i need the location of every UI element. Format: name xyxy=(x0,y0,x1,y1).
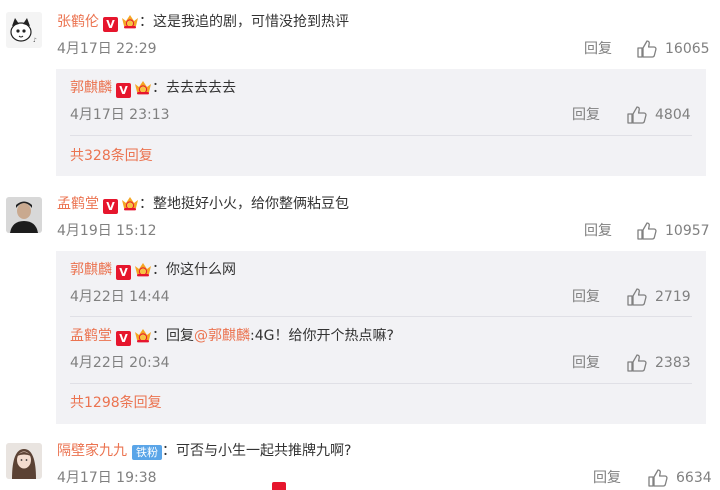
like-button[interactable]: 6634 xyxy=(648,468,718,488)
mention-link[interactable]: @郭麒麟 xyxy=(194,328,250,344)
comment-header: 张鹤伦 V ：这是我追的剧，可惜没抢到热评 xyxy=(57,12,349,32)
reply-box: 郭麒麟 V ：去去去去去 4月17日 23:13 回复 4804 共328条回复 xyxy=(56,69,706,176)
view-more-replies-link[interactable]: 共328条回复 xyxy=(70,146,153,166)
comment-text: ：整地挺好小火，给你整俩粘豆包 xyxy=(139,196,349,212)
thumbs-up-icon xyxy=(648,469,668,487)
reply-text: ：你这什么网 xyxy=(152,262,236,278)
partial-badge-fragment xyxy=(272,482,286,490)
like-count: 6634 xyxy=(676,470,712,486)
verified-v-icon: V xyxy=(116,83,131,98)
reply-button[interactable]: 回复 xyxy=(584,221,612,241)
username[interactable]: 孟鹤堂 xyxy=(70,328,112,344)
reply-box: 郭麒麟 V ：你这什么网 4月22日 14:44 回复 2719 孟鹤堂 V ：回复@郭… xyxy=(56,251,706,424)
username[interactable]: 孟鹤堂 xyxy=(57,196,99,212)
username[interactable]: 张鹤伦 xyxy=(57,14,99,30)
reply-text: ：去去去去去 xyxy=(152,80,236,96)
like-button[interactable]: 16065 xyxy=(637,39,717,59)
like-count: 2719 xyxy=(655,289,691,305)
username[interactable]: 隔壁家九九 xyxy=(57,443,127,459)
username[interactable]: 郭麒麟 xyxy=(70,262,112,278)
like-count: 16065 xyxy=(665,41,710,57)
like-button[interactable]: 4804 xyxy=(627,105,702,125)
comment-text: ：这是我追的剧，可惜没抢到热评 xyxy=(139,14,349,30)
thumbs-up-icon xyxy=(637,222,657,240)
like-count: 4804 xyxy=(655,107,691,123)
reply-button[interactable]: 回复 xyxy=(572,287,600,307)
reply-button[interactable]: 回复 xyxy=(572,105,600,125)
verified-v-icon: V xyxy=(116,331,131,346)
fan-badge: 铁粉 xyxy=(132,445,162,460)
crown-member-icon xyxy=(134,327,152,343)
username[interactable]: 郭麒麟 xyxy=(70,80,112,96)
thumbs-up-icon xyxy=(627,106,647,124)
crown-member-icon xyxy=(121,195,139,211)
divider xyxy=(70,135,692,136)
like-button[interactable]: 2719 xyxy=(627,287,702,307)
like-count: 2383 xyxy=(655,355,691,371)
reply-button[interactable]: 回复 xyxy=(572,353,600,373)
reply-button[interactable]: 回复 xyxy=(593,468,621,488)
like-button[interactable]: 10957 xyxy=(637,221,717,241)
reply-prefix: ：回复 xyxy=(152,328,194,344)
like-button[interactable]: 2383 xyxy=(627,353,702,373)
reply-button[interactable]: 回复 xyxy=(584,39,612,59)
divider xyxy=(70,383,692,384)
verified-v-icon: V xyxy=(116,265,131,280)
reply-text: :4G！给你开个热点嘛? xyxy=(250,328,394,344)
thumbs-up-icon xyxy=(627,354,647,372)
crown-member-icon xyxy=(121,13,139,29)
view-more-replies-link[interactable]: 共1298条回复 xyxy=(70,393,162,413)
comment-text: ：可否与小生一起共推牌九啊? xyxy=(162,443,352,459)
crown-member-icon xyxy=(134,79,152,95)
divider xyxy=(70,316,692,317)
verified-v-icon: V xyxy=(103,199,118,214)
like-count: 10957 xyxy=(665,223,710,239)
thumbs-up-icon xyxy=(627,288,647,306)
thumbs-up-icon xyxy=(637,40,657,58)
verified-v-icon: V xyxy=(103,17,118,32)
crown-member-icon xyxy=(134,261,152,277)
